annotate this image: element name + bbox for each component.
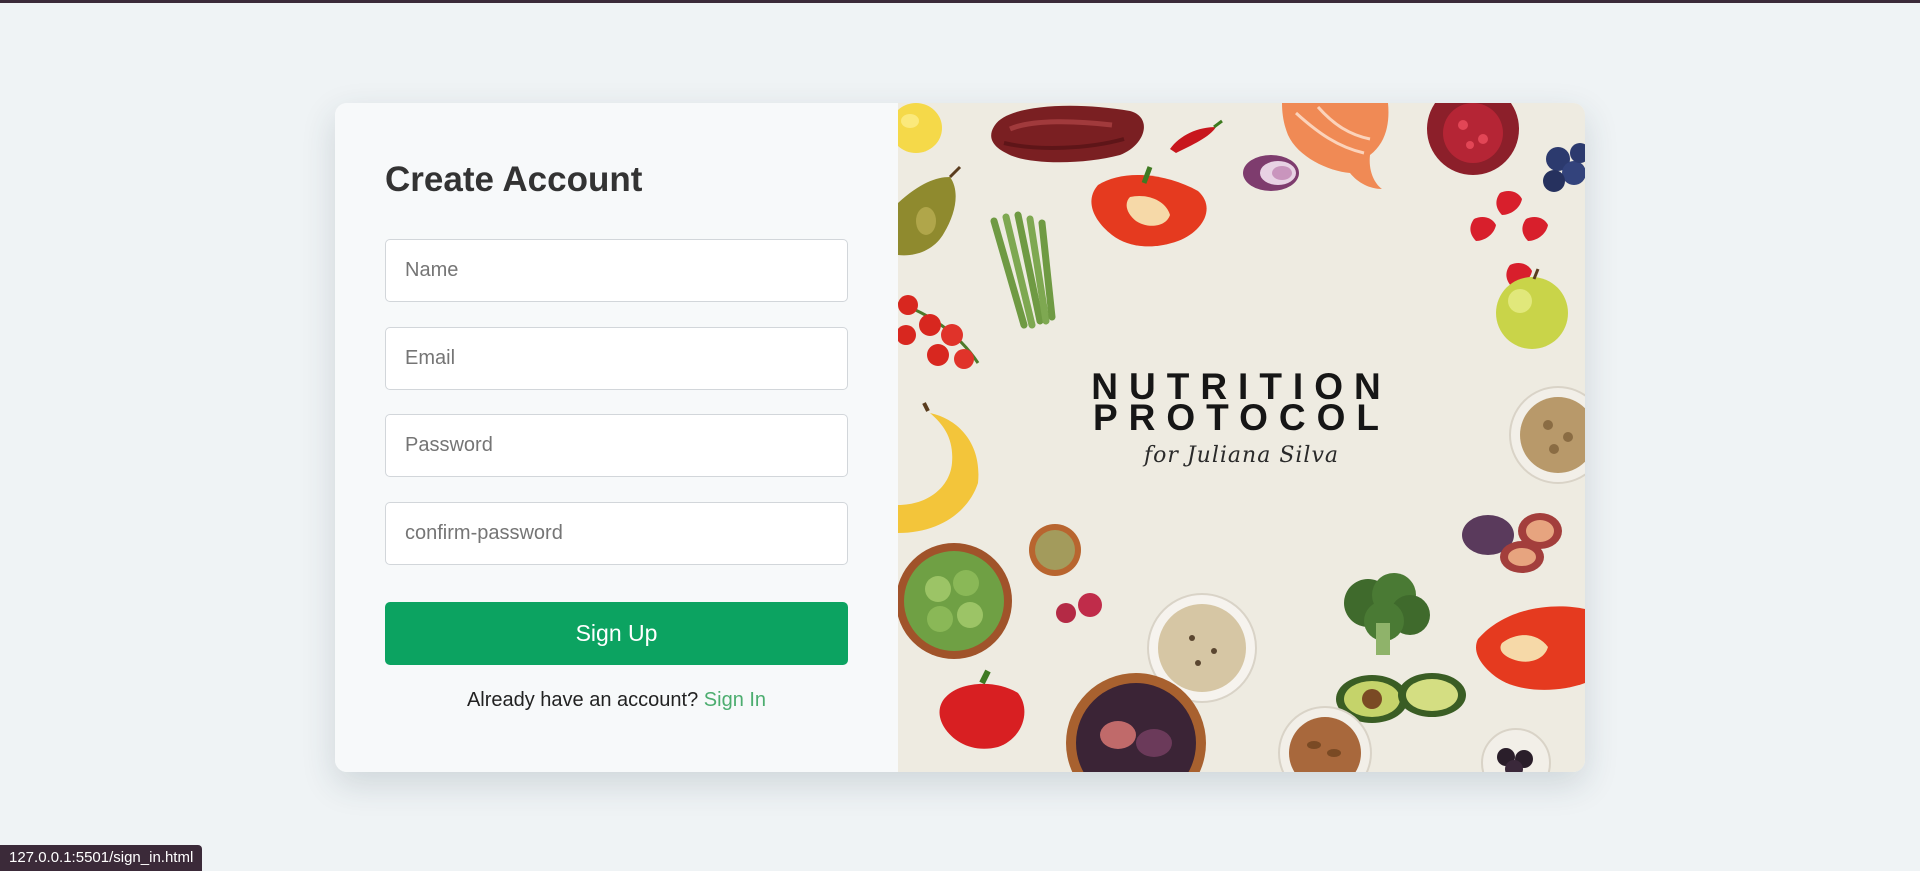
email-input[interactable] xyxy=(385,327,848,390)
bell-pepper-icon xyxy=(939,669,1025,749)
cover-subtitle: for Juliana Silva xyxy=(1143,443,1340,468)
pear-icon xyxy=(898,165,962,256)
cherry-tomatoes-icon xyxy=(898,295,980,369)
cover-title-line2: PROTOCOL xyxy=(1093,397,1390,438)
onion-icon xyxy=(1243,155,1299,191)
avocado-icon xyxy=(1336,673,1466,723)
brussels-sprouts-bowl-icon xyxy=(898,543,1012,659)
asparagus-icon xyxy=(990,211,1056,329)
lemon-icon xyxy=(898,103,942,153)
sign-in-link[interactable]: Sign In xyxy=(704,689,766,711)
bell-pepper-icon xyxy=(1091,166,1207,247)
signin-prompt-line: Already have an account? Sign In xyxy=(385,689,848,712)
apple-icon xyxy=(1496,268,1568,349)
signin-prompt-text: Already have an account? xyxy=(466,689,699,711)
blackberries-bowl-icon xyxy=(1481,728,1551,772)
form-title: Create Account xyxy=(385,160,643,199)
steak-icon xyxy=(991,105,1144,163)
blueberries-icon xyxy=(1543,143,1585,192)
sign-up-button[interactable]: Sign Up xyxy=(385,602,848,665)
broccoli-icon xyxy=(1344,573,1430,655)
name-input[interactable] xyxy=(385,239,848,302)
status-bar-url: 127.0.0.1:5501/sign_in.html xyxy=(0,845,203,871)
password-input[interactable] xyxy=(385,414,848,477)
window-top-border xyxy=(0,0,1920,3)
cover-image: NUTRITION PROTOCOL for Juliana Silva xyxy=(898,103,1585,772)
pomegranate-icon xyxy=(1427,103,1519,175)
chili-icon xyxy=(1170,119,1223,153)
signup-form: Create Account Sign Up Already have an a… xyxy=(335,103,898,772)
seeds-bowl-icon xyxy=(1029,524,1081,576)
bell-pepper-icon xyxy=(1476,606,1585,690)
raspberries-icon xyxy=(1056,593,1102,623)
signup-card: Create Account Sign Up Already have an a… xyxy=(335,103,1585,772)
confirm-password-input[interactable] xyxy=(385,502,848,565)
figs-icon xyxy=(1462,513,1562,573)
